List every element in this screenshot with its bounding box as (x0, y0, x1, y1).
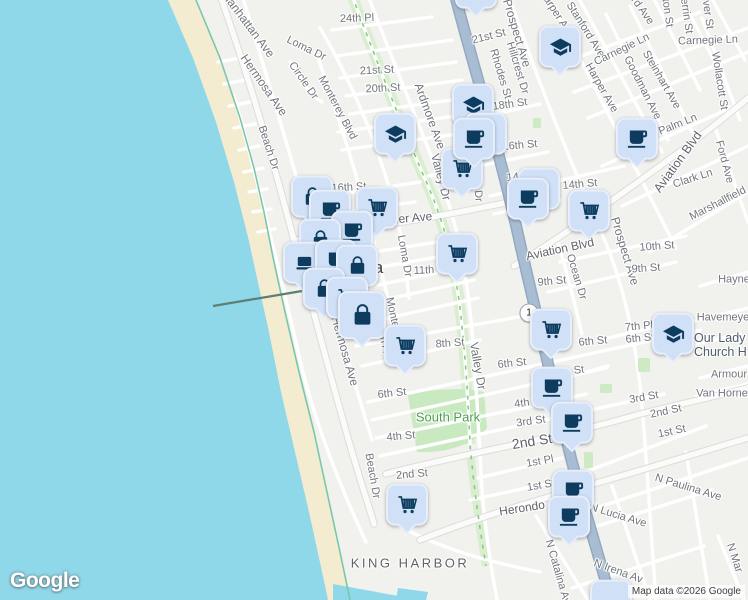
cafe-marker[interactable] (551, 401, 593, 444)
coffee-cup-icon (562, 414, 582, 432)
shopping-cart-icon (397, 495, 417, 513)
grocery-store-marker[interactable] (568, 189, 610, 232)
graduation-cap-icon (662, 325, 684, 343)
school-marker[interactable] (539, 25, 581, 68)
cafe-marker[interactable] (616, 117, 658, 160)
grocery-store-marker[interactable] (436, 232, 478, 275)
hidden-marker[interactable] (455, 0, 497, 9)
shopping-bag-icon (354, 303, 370, 325)
coffee-cup-icon (627, 130, 647, 148)
cafe-marker[interactable] (548, 495, 590, 538)
graduation-cap-icon (384, 125, 406, 143)
coffee-cup-icon (464, 130, 484, 148)
coffee-cup-icon (559, 508, 579, 526)
grocery-store-marker[interactable] (386, 483, 428, 526)
shopping-cart-icon (579, 201, 599, 219)
coffee-cup-icon (518, 190, 538, 208)
cafe-marker[interactable] (507, 177, 549, 220)
graduation-cap-icon (549, 38, 571, 56)
shopping-bag-marker[interactable] (338, 291, 386, 340)
grocery-store-marker[interactable] (530, 308, 572, 351)
poi-markers-layer (0, 0, 748, 600)
google-map-canvas[interactable]: 24th Pl Manhattan Ave Hermosa Ave Loma Dr Ci… (0, 0, 748, 600)
shopping-cart-icon (447, 244, 467, 262)
grocery-store-marker[interactable] (384, 324, 426, 367)
school-marker[interactable] (374, 112, 416, 155)
google-logo[interactable]: Google (10, 569, 80, 593)
map-attribution[interactable]: Map data ©2026 Google (627, 585, 745, 598)
school-marker[interactable] (652, 312, 694, 355)
shopping-cart-icon (541, 320, 561, 338)
coffee-cup-icon (542, 379, 562, 397)
shopping-bag-icon (350, 255, 364, 274)
shopping-cart-icon (395, 336, 415, 354)
hidden-marker[interactable] (590, 579, 632, 600)
cafe-marker[interactable] (453, 117, 495, 160)
